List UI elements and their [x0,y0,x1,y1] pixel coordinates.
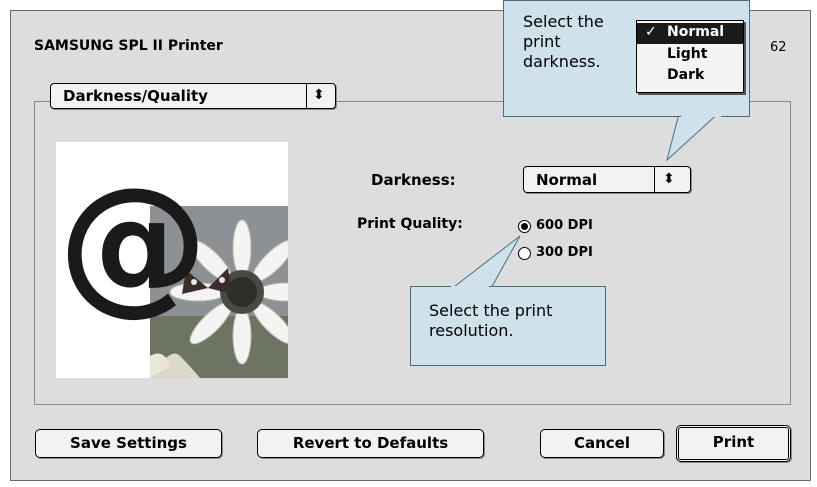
cancel-button[interactable]: Cancel [540,429,664,458]
darkness-popup-menu: ✓ Normal Light Dark [636,20,744,93]
tail-joint [681,115,721,117]
revert-defaults-button[interactable]: Revert to Defaults [257,429,484,458]
menu-item-dark[interactable]: Dark [637,66,743,87]
menu-item-label: Normal [667,24,725,40]
menu-item-label: Dark [667,67,705,83]
darkness-callout-text: Select the print darkness. [523,12,604,71]
menu-item-label: Light [667,46,708,62]
tail-joint [451,286,489,288]
menu-item-normal[interactable]: ✓ Normal [637,23,743,44]
menu-item-light[interactable]: Light [637,45,743,66]
print-button[interactable]: Print [676,425,791,462]
save-settings-button[interactable]: Save Settings [35,429,222,458]
resolution-callout-text: Select the print resolution. [429,301,553,340]
resolution-callout: Select the print resolution. [410,286,606,366]
checkmark-icon: ✓ [645,24,657,40]
